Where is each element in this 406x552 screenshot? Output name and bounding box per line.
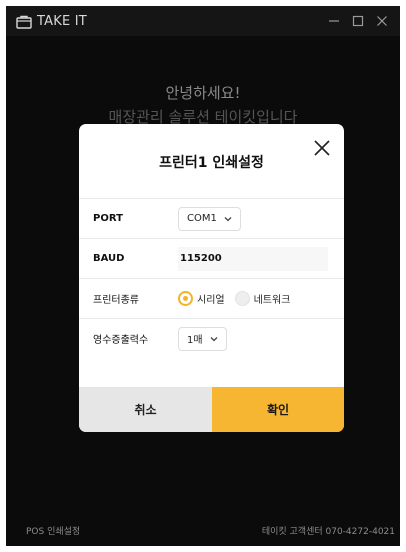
receipt-count-row: 영수증출력수 1매 bbox=[79, 318, 344, 358]
dialog-title: 프린터1 인쇄설정 bbox=[159, 155, 264, 171]
printer-type-row: 프린터종류 시리얼 네트워크 bbox=[79, 278, 344, 318]
maximize-icon[interactable] bbox=[346, 6, 370, 36]
store-bag-icon bbox=[16, 14, 32, 29]
confirm-button[interactable]: 확인 bbox=[212, 387, 344, 432]
welcome-text: 안녕하세요! bbox=[165, 84, 241, 102]
radio-network-label: 네트워크 bbox=[253, 295, 291, 306]
radio-network[interactable]: 네트워크 bbox=[234, 291, 291, 306]
baud-label: BAUD bbox=[93, 253, 125, 264]
footer-support-info: 테이킷 고객센터 070-4272-4021 bbox=[261, 527, 395, 537]
port-select[interactable]: COM1 bbox=[178, 206, 241, 231]
port-row: PORT COM1 bbox=[79, 198, 344, 238]
app-window: TAKE IT 안녕하세요! 매장관리 솔루션 테이킷입니다 프린터1 인쇄설정… bbox=[6, 6, 400, 546]
close-icon[interactable] bbox=[312, 138, 332, 158]
dialog-buttons: 취소 확인 bbox=[79, 387, 344, 432]
baud-field[interactable]: 115200 bbox=[178, 246, 328, 271]
baud-row: BAUD 115200 bbox=[79, 238, 344, 278]
radio-unselected-icon bbox=[234, 291, 250, 306]
title-bar[interactable]: TAKE IT bbox=[6, 6, 400, 36]
footer-print-settings-link[interactable]: POS 인쇄설정 bbox=[26, 524, 80, 537]
radio-serial-label: 시리얼 bbox=[197, 295, 225, 306]
port-label: PORT bbox=[93, 213, 123, 224]
printer-type-label: 프린터종류 bbox=[93, 295, 139, 306]
receipt-count-select[interactable]: 1매 bbox=[178, 326, 227, 351]
app-title: TAKE IT bbox=[37, 13, 87, 29]
minimize-icon[interactable] bbox=[322, 6, 346, 36]
printer-settings-dialog: 프린터1 인쇄설정 PORT COM1 BAUD 115200 프린터종류 시리… bbox=[79, 124, 344, 432]
receipt-count-value: 1매 bbox=[187, 335, 203, 346]
radio-selected-icon bbox=[178, 291, 193, 306]
radio-serial[interactable]: 시리얼 bbox=[178, 291, 225, 306]
printer-type-radio-group: 시리얼 네트워크 bbox=[178, 291, 300, 306]
cancel-button[interactable]: 취소 bbox=[79, 387, 212, 432]
close-icon[interactable] bbox=[370, 6, 394, 36]
chevron-down-icon bbox=[224, 216, 232, 221]
port-value: COM1 bbox=[187, 213, 217, 224]
chevron-down-icon bbox=[210, 336, 218, 341]
receipt-count-label: 영수증출력수 bbox=[93, 335, 149, 346]
